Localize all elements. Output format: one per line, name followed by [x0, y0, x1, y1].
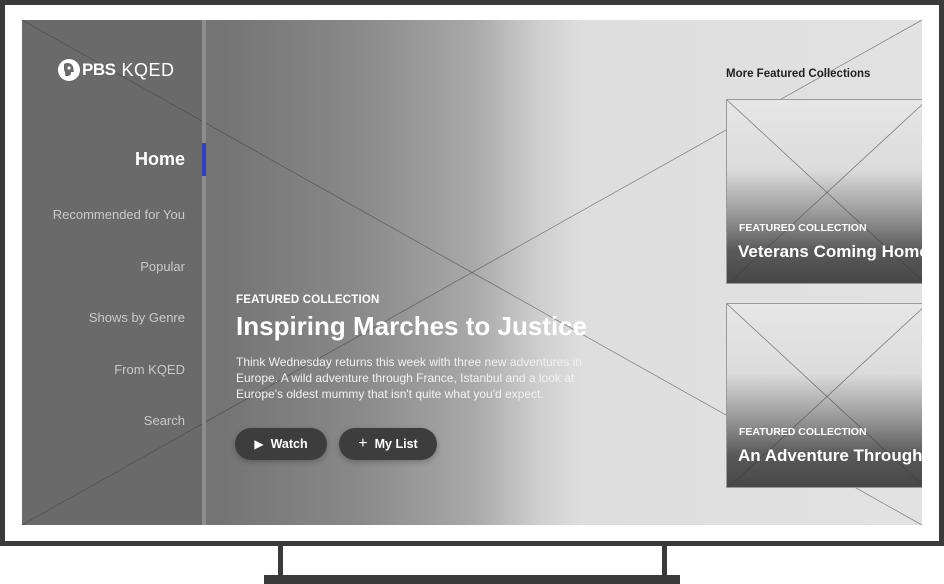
card-title: An Adventure Through: [738, 446, 922, 465]
nav-item-search[interactable]: Search: [144, 413, 185, 428]
pbs-head-icon: [58, 59, 80, 81]
card-eyebrow: FEATURED COLLECTION: [739, 426, 867, 438]
nav-item-home[interactable]: Home: [135, 149, 185, 170]
hero-description: Think Wednesday returns this week with t…: [236, 355, 582, 401]
more-featured-heading: More Featured Collections: [726, 68, 871, 80]
pbs-wordmark: PBS: [82, 60, 116, 79]
sidebar-divider: [202, 20, 206, 525]
my-list-button[interactable]: + My List: [339, 428, 437, 460]
tv-stand: [278, 542, 667, 576]
hero-feature: FEATURED COLLECTION Inspiring Marches to…: [236, 294, 616, 402]
nav-item-from-kqed[interactable]: From KQED: [114, 362, 185, 377]
card-eyebrow: FEATURED COLLECTION: [739, 222, 867, 234]
station-name: KQED: [121, 59, 175, 80]
featured-card[interactable]: FEATURED COLLECTION An Adventure Through: [726, 303, 922, 488]
watch-button[interactable]: ▶ Watch: [235, 428, 327, 460]
featured-card[interactable]: FEATURED COLLECTION Veterans Coming Home: [726, 99, 922, 284]
active-nav-indicator: [202, 143, 206, 176]
tv-stand-base: [264, 575, 680, 584]
watch-label: Watch: [270, 437, 308, 451]
card-title: Veterans Coming Home: [738, 242, 922, 261]
nav-item-shows-by-genre[interactable]: Shows by Genre: [89, 310, 185, 325]
my-list-label: My List: [374, 437, 418, 451]
tv-screen: PBS KQED Home Recommended for You Popula…: [22, 20, 922, 525]
hero-eyebrow: FEATURED COLLECTION: [236, 294, 380, 306]
nav-item-popular[interactable]: Popular: [140, 259, 185, 274]
hero-title: Inspiring Marches to Justice: [236, 311, 588, 341]
nav-item-recommended[interactable]: Recommended for You: [53, 207, 185, 222]
plus-icon: +: [358, 435, 368, 452]
play-icon: ▶: [254, 437, 264, 451]
pbs-kqed-logo: PBS KQED: [58, 59, 174, 81]
